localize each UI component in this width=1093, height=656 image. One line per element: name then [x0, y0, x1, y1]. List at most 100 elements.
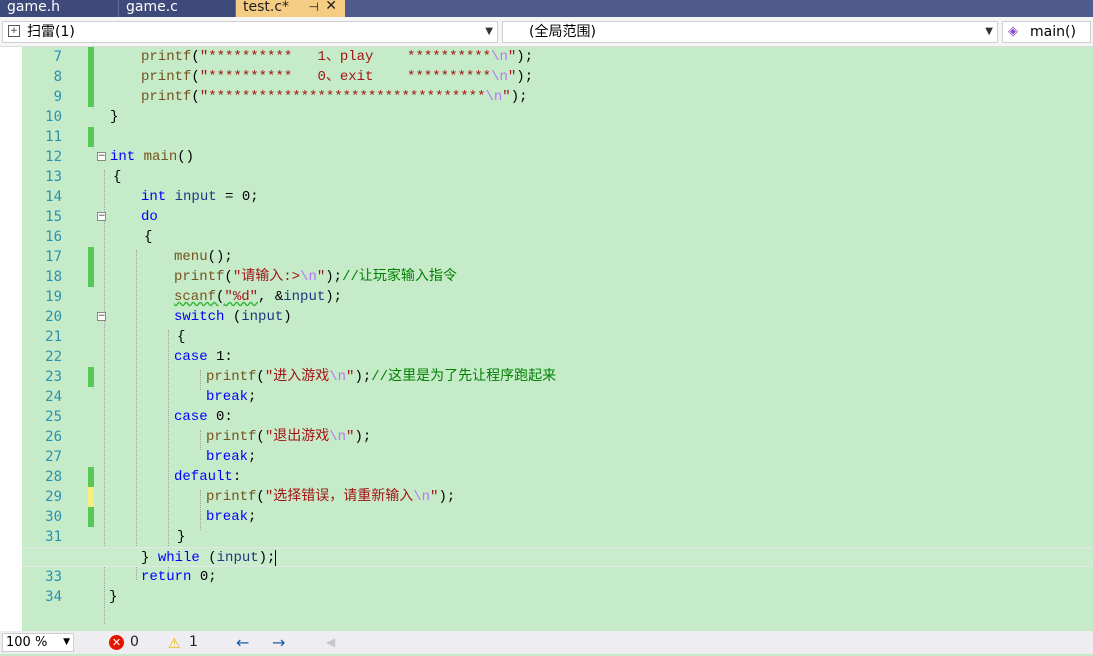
code-token: ( — [191, 89, 200, 105]
code-token: ( — [199, 550, 217, 566]
code-token: } — [141, 550, 158, 566]
code-token: case — [174, 349, 208, 365]
collapse-icon[interactable]: − — [97, 312, 106, 321]
code-token: : — [232, 469, 242, 485]
code-token: (); — [207, 249, 233, 265]
scope-name: (全局范围) — [529, 24, 596, 40]
code-line: } — [22, 527, 1093, 547]
code-token: " — [502, 89, 511, 105]
code-line: { — [22, 227, 1093, 247]
code-token: " — [316, 269, 326, 285]
code-line: int main() — [22, 147, 1093, 167]
code-token: main — [143, 149, 178, 165]
code-token: ( — [256, 369, 265, 385]
code-line: } — [22, 107, 1093, 127]
code-token: return — [141, 569, 192, 585]
code-token: ( — [256, 429, 265, 445]
code-token: "选择错误，请重新输入 — [264, 489, 414, 505]
tab-label: game.h — [7, 0, 61, 15]
code-token: "********** 0、exit ********** — [199, 69, 492, 85]
code-token: printf — [206, 489, 257, 505]
code-token: ( — [224, 309, 242, 325]
code-token: } — [177, 529, 186, 545]
pin-icon[interactable]: ⊣ — [309, 0, 319, 15]
code-token: printf — [141, 89, 192, 105]
code-token: ( — [191, 49, 200, 65]
code-token: \n — [485, 89, 503, 105]
code-editor[interactable]: 7 8 9 10 11 12 13 14 15 16 17 18 19 20 21 22 23 24 25 26 27 2… — [0, 47, 1093, 631]
code-line: case 0: — [22, 407, 1093, 427]
code-token: \n — [329, 369, 347, 385]
code-token: } — [110, 109, 119, 125]
code-token: { — [113, 169, 122, 185]
code-token: ); — [516, 49, 534, 65]
code-token: () — [177, 149, 195, 165]
code-token: //让玩家输入指令 — [342, 269, 457, 285]
code-line: printf("********** 0、exit **********\n")… — [22, 67, 1093, 87]
code-token: menu — [174, 249, 208, 265]
code-token: { — [144, 229, 153, 245]
code-line: printf("********** 1、play **********\n")… — [22, 47, 1093, 67]
member-name: main() — [1030, 24, 1076, 40]
code-token: printf — [206, 369, 257, 385]
warning-count[interactable]: 1 — [189, 631, 198, 654]
code-token: input — [216, 550, 259, 566]
code-token: ); — [325, 289, 343, 305]
code-token: ( — [224, 269, 233, 285]
project-dropdown[interactable]: + 扫雷(1) ▼ — [2, 21, 498, 43]
code-token: = 0; — [216, 189, 259, 205]
scroll-left-icon: ◀ — [326, 635, 336, 649]
code-token: , & — [258, 289, 284, 305]
tab-game-c[interactable]: game.c — [119, 0, 236, 17]
tab-game-h[interactable]: game.h — [0, 0, 119, 17]
code-token: \n — [491, 69, 508, 85]
code-token: { — [177, 329, 186, 345]
back-arrow-icon[interactable]: ← — [236, 631, 249, 654]
close-icon[interactable]: ✕ — [325, 0, 337, 14]
function-icon: ◈ — [1008, 24, 1018, 39]
code-line: printf("退出游戏\n"); — [22, 427, 1093, 447]
chevron-down-icon: ▼ — [985, 26, 993, 37]
code-line: break; — [22, 447, 1093, 467]
error-icon[interactable]: ✕ — [109, 635, 124, 650]
code-token: int — [141, 189, 167, 205]
code-token: \n — [491, 49, 508, 65]
code-token: ); — [438, 489, 456, 505]
error-count[interactable]: 0 — [130, 631, 139, 654]
code-line: break; — [22, 507, 1093, 527]
code-token: \n — [413, 489, 431, 505]
collapse-icon[interactable]: − — [97, 152, 106, 161]
code-token: "********** 1、play ********** — [199, 49, 492, 65]
scope-dropdown[interactable]: (全局范围) ▼ — [502, 21, 998, 43]
collapse-icon[interactable]: − — [97, 212, 106, 221]
code-token: printf — [174, 269, 225, 285]
zoom-dropdown[interactable]: 100 % ▼ — [2, 633, 74, 652]
code-token: ); — [516, 69, 534, 85]
tab-label: test.c* — [243, 0, 290, 15]
code-token: printf — [206, 429, 257, 445]
code-token: break — [206, 509, 249, 525]
code-token: default — [174, 469, 233, 485]
navigation-bar: + 扫雷(1) ▼ (全局范围) ▼ ◈ main() — [0, 17, 1093, 47]
member-dropdown[interactable]: ◈ main() — [1002, 21, 1091, 43]
code-line: menu(); — [22, 247, 1093, 267]
code-token: ); — [258, 550, 277, 566]
code-token: ( — [256, 489, 265, 505]
editor-status-bar: 100 % ▼ ✕ 0 ⚠ 1 ← → ◀ — [0, 631, 1093, 654]
code-token: \n — [300, 269, 317, 285]
code-token: break — [206, 389, 249, 405]
forward-arrow-icon[interactable]: → — [272, 631, 285, 654]
code-token: "********************************* — [199, 89, 486, 105]
code-token: "请输入:> — [232, 269, 301, 285]
warning-icon[interactable]: ⚠ — [168, 633, 181, 656]
code-token: 0: — [207, 409, 233, 425]
code-line: scanf("%d", &input); — [22, 287, 1093, 307]
code-token: ) — [283, 309, 292, 325]
glyph-margin — [0, 47, 22, 631]
chevron-down-icon: ▼ — [63, 637, 70, 647]
code-line: do — [22, 207, 1093, 227]
code-line-current: } while (input); — [22, 547, 1093, 567]
code-token: do — [141, 209, 158, 225]
tab-test-c[interactable]: test.c* ⊣ ✕ — [236, 0, 345, 17]
